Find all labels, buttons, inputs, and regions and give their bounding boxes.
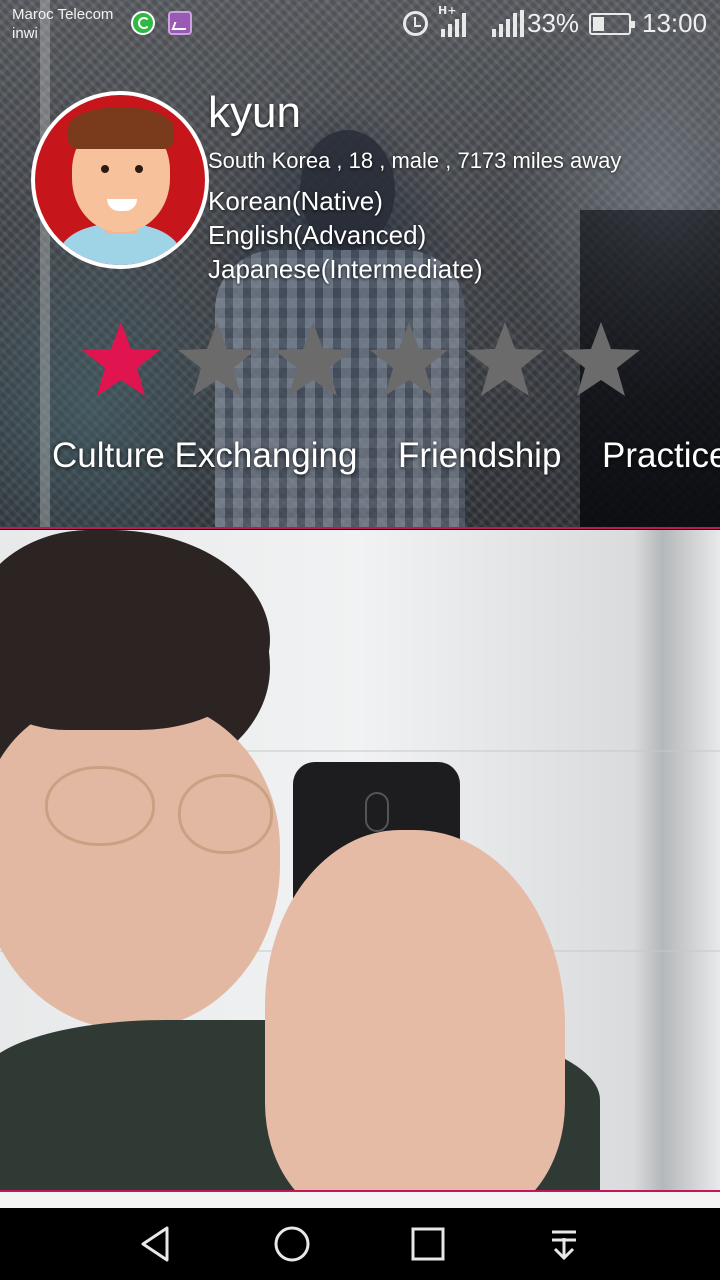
interest-tags: Culture Exchanging Friendship Practice (0, 436, 720, 486)
interest-tag[interactable]: Friendship (398, 436, 561, 476)
avatar[interactable] (31, 91, 209, 269)
profile-name: kyun (208, 88, 301, 137)
avatar-illustration (35, 95, 205, 265)
status-bar: Maroc Telecom inwi H+ 33% 13:00 (0, 0, 720, 50)
section-divider (0, 527, 720, 529)
notification-pull-button[interactable] (528, 1208, 600, 1280)
star-filled-icon[interactable] (80, 320, 162, 398)
home-icon (274, 1226, 310, 1262)
carrier-primary: Maroc Telecom (12, 6, 114, 23)
language-item: Korean(Native) (208, 186, 383, 216)
profile-cover: Maroc Telecom inwi H+ 33% 13:00 kyun Sou… (0, 0, 720, 528)
carrier-info: Maroc Telecom inwi (12, 5, 113, 43)
photo-detail (45, 766, 155, 846)
profile-meta: South Korea , 18 , male , 7173 miles awa… (208, 148, 622, 173)
language-item: Japanese(Intermediate) (208, 254, 483, 284)
star-empty-icon[interactable] (176, 320, 258, 398)
battery-percent: 33% (527, 8, 580, 38)
bottom-strip (0, 1192, 720, 1208)
language-list: Korean(Native) English(Advanced) Japanes… (208, 184, 483, 286)
alarm-icon (403, 11, 428, 36)
language-item: English(Advanced) (208, 220, 427, 250)
signal-icon (492, 10, 524, 37)
battery-icon (589, 13, 635, 35)
notification-pull-icon (552, 1230, 576, 1261)
whatsapp-icon (131, 11, 155, 35)
interest-tag[interactable]: Practice (602, 436, 720, 476)
star-empty-icon[interactable] (368, 320, 450, 398)
signal-icon (441, 10, 466, 37)
back-button[interactable] (120, 1208, 192, 1280)
profile-photo[interactable] (0, 530, 720, 1190)
star-empty-icon[interactable] (464, 320, 546, 398)
photo-detail (0, 700, 280, 1030)
star-empty-icon[interactable] (272, 320, 354, 398)
gallery-icon (168, 11, 192, 35)
navigation-bar (0, 1208, 720, 1280)
photo-detail (178, 774, 273, 854)
interest-tag[interactable]: Culture Exchanging (52, 436, 357, 476)
recents-button[interactable] (392, 1208, 464, 1280)
star-empty-icon[interactable] (560, 320, 642, 398)
home-button[interactable] (256, 1208, 328, 1280)
recents-icon (411, 1227, 445, 1261)
clock: 13:00 (642, 8, 708, 38)
back-icon (141, 1226, 169, 1262)
carrier-secondary: inwi (12, 25, 38, 42)
